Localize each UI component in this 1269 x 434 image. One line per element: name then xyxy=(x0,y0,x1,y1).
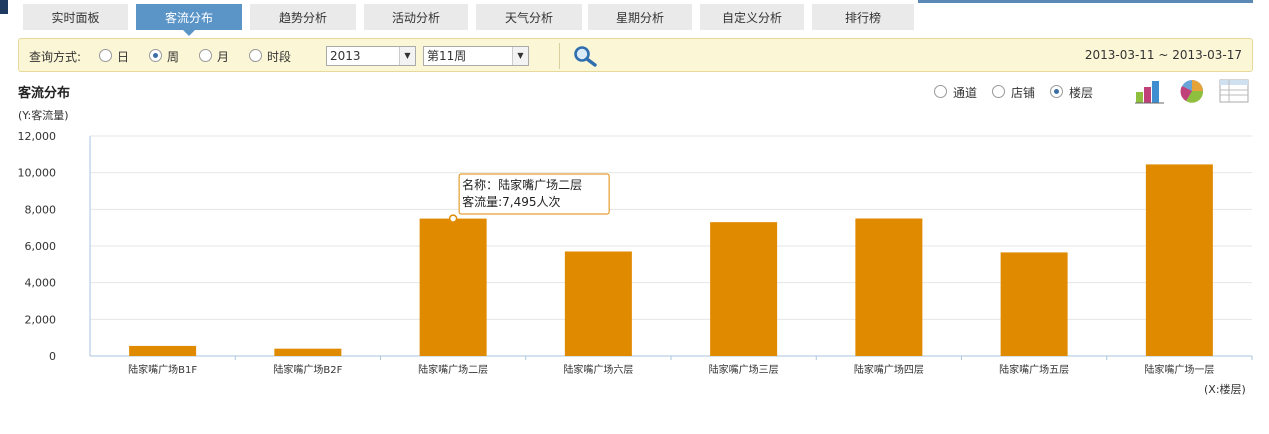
y-tick-label: 0 xyxy=(49,350,56,363)
bar xyxy=(129,345,197,356)
x-tick-label: 陆家嘴广场三层 xyxy=(709,363,779,376)
bar xyxy=(419,218,487,356)
y-tick-label: 10,000 xyxy=(18,167,57,180)
x-tick-label: 陆家嘴广场六层 xyxy=(563,363,633,376)
x-tick-label: 陆家嘴广场四层 xyxy=(854,363,924,376)
x-tick-label: 陆家嘴广场二层 xyxy=(418,363,488,376)
floor-traffic-bar-chart: 0 2,000 4,000 6,000 8,000 10,000 12,000 陆家嘴广场B1… xyxy=(18,130,1253,376)
y-tick-label: 4,000 xyxy=(25,277,57,290)
bar xyxy=(1145,164,1213,356)
bar xyxy=(274,348,342,356)
bar xyxy=(855,218,923,356)
y-tick-label: 8,000 xyxy=(25,203,57,216)
x-tick-label: 陆家嘴广场五层 xyxy=(999,363,1069,376)
bar xyxy=(564,251,632,356)
bar xyxy=(710,222,778,356)
tooltip-name: 名称：陆家嘴广场二层 xyxy=(462,177,582,192)
y-tick-label: 6,000 xyxy=(25,240,57,253)
x-tick-label: 陆家嘴广场一层 xyxy=(1144,363,1214,376)
y-tick-label: 12,000 xyxy=(18,130,57,143)
tooltip-value: 客流量:7,495人次 xyxy=(462,194,560,209)
x-tick-label: 陆家嘴广场B2F xyxy=(273,363,342,376)
y-tick-label: 2,000 xyxy=(25,313,57,326)
x-tick-label: 陆家嘴广场B1F xyxy=(128,363,197,376)
bar xyxy=(1000,252,1068,356)
tooltip-marker xyxy=(448,214,458,223)
